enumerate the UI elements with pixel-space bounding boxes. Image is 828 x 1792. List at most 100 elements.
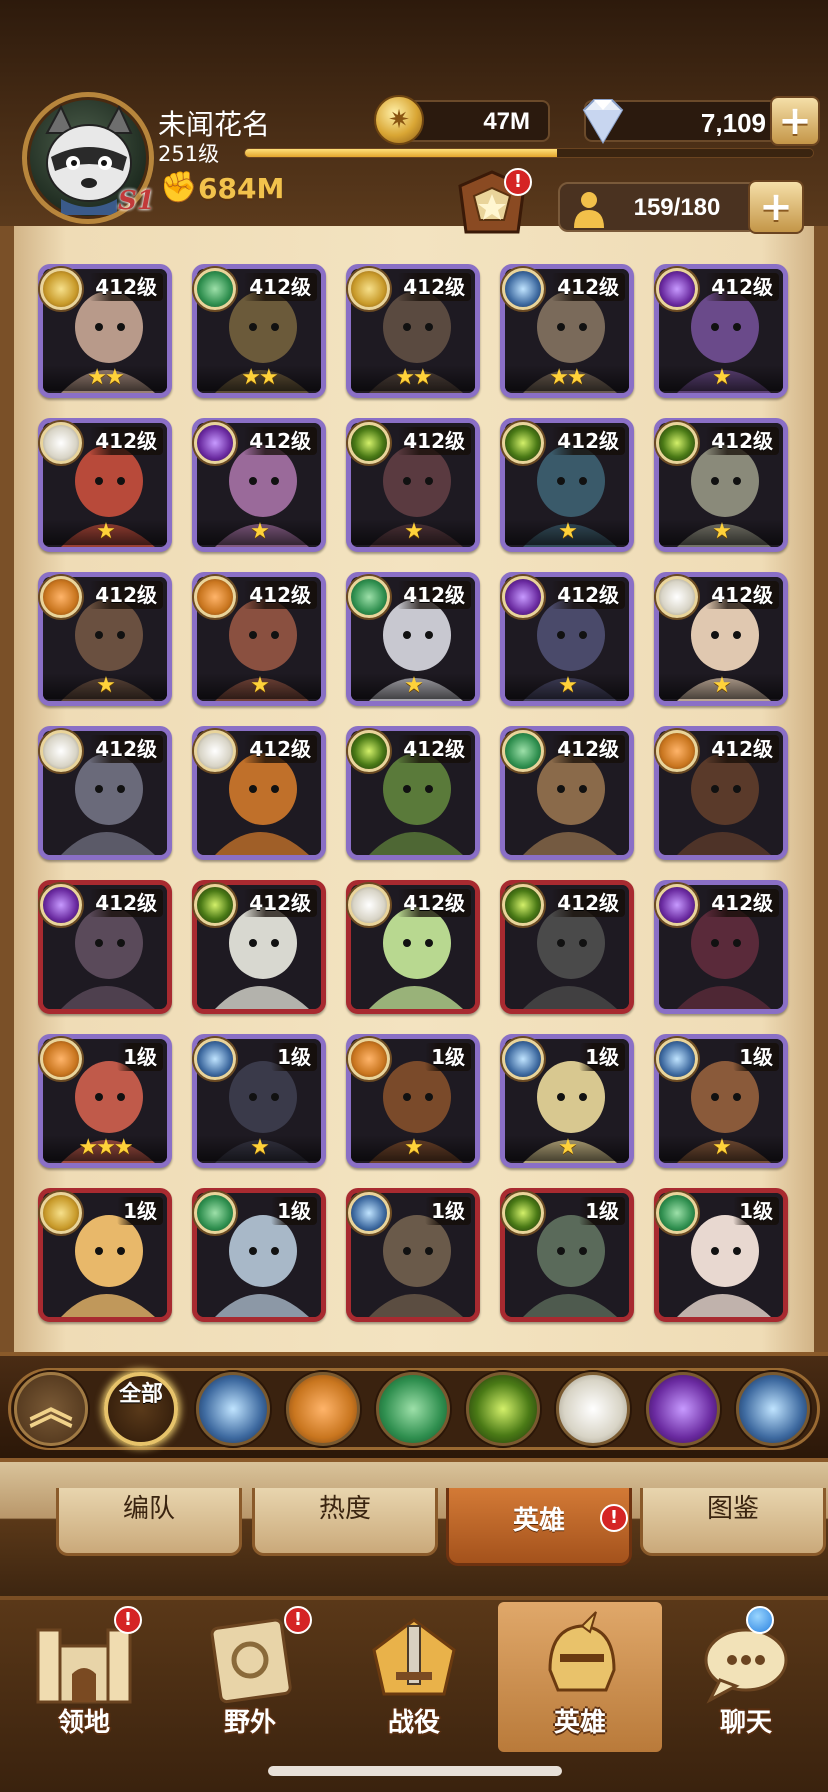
tab-collection[interactable]: 图鉴 bbox=[640, 1488, 826, 1556]
nav-heroes[interactable]: 英雄 bbox=[498, 1602, 662, 1752]
hero-stars: ★ bbox=[43, 673, 167, 699]
hero-level-tag: 412级 bbox=[705, 735, 779, 763]
dimensional-faction-icon bbox=[348, 1192, 390, 1234]
xp-progress-fill bbox=[245, 149, 558, 157]
mauler-faction-icon bbox=[40, 576, 82, 618]
player-name: 未闻花名 bbox=[158, 108, 271, 141]
hypogean-faction-icon bbox=[502, 576, 544, 618]
wilder-faction-icon bbox=[502, 730, 544, 772]
filter-mauler-button[interactable] bbox=[286, 1372, 360, 1446]
dimensional-faction-icon bbox=[656, 1038, 698, 1080]
celestial-faction-icon bbox=[348, 884, 390, 926]
wilder-faction-icon bbox=[656, 1192, 698, 1234]
hero-level-tag: 412级 bbox=[705, 889, 779, 917]
add-capacity-button[interactable]: + bbox=[748, 180, 804, 234]
nav-campaign[interactable]: 战役 bbox=[332, 1602, 496, 1752]
hero-level-tag: 1级 bbox=[579, 1197, 625, 1225]
hero-stars: ★ bbox=[505, 1135, 629, 1161]
wilder-faction-icon bbox=[194, 1192, 236, 1234]
celestial-faction-icon bbox=[40, 730, 82, 772]
wilds-alert-badge: ! bbox=[284, 1606, 312, 1634]
tab-formation[interactable]: 编队 bbox=[56, 1488, 242, 1556]
tab-popularity[interactable]: 热度 bbox=[252, 1488, 438, 1556]
hero-stars: ★ bbox=[659, 1135, 783, 1161]
hero-level-tag: 412级 bbox=[243, 273, 317, 301]
wilder-faction-icon bbox=[194, 268, 236, 310]
hero-level-tag: 1级 bbox=[117, 1043, 163, 1071]
hero-level-tag: 412级 bbox=[243, 427, 317, 455]
hero-level-tag: 412级 bbox=[397, 889, 471, 917]
gold-value: 47M bbox=[483, 108, 530, 135]
server-badge: S1 bbox=[118, 186, 155, 216]
nav-territory[interactable]: 领地 bbox=[2, 1602, 166, 1752]
celestial-faction-icon bbox=[656, 576, 698, 618]
hero-level-tag: 412级 bbox=[551, 889, 625, 917]
hero-level-tag: 412级 bbox=[89, 273, 163, 301]
filter-graveborn-button[interactable] bbox=[466, 1372, 540, 1446]
home-indicator bbox=[268, 1766, 562, 1776]
hero-stars: ★★ bbox=[505, 365, 629, 391]
hero-level-tag: 412级 bbox=[397, 427, 471, 455]
person-icon bbox=[574, 192, 604, 228]
player-level: 251级 bbox=[158, 142, 220, 166]
hero-level-tag: 1级 bbox=[425, 1197, 471, 1225]
hero-level-tag: 412级 bbox=[397, 735, 471, 763]
hero-stars: ★ bbox=[351, 519, 475, 545]
xp-progress-bar bbox=[244, 148, 814, 158]
hero-stars: ★★★ bbox=[43, 1135, 167, 1161]
hero-level-tag: 412级 bbox=[551, 427, 625, 455]
roster-capacity-value: 159/180 bbox=[633, 194, 721, 221]
lightbearer-faction-icon bbox=[40, 268, 82, 310]
filter-hypogean-button[interactable] bbox=[646, 1372, 720, 1446]
nav-campaign-label: 战役 bbox=[387, 1708, 440, 1738]
graveborn-faction-icon bbox=[502, 884, 544, 926]
hypogean-faction-icon bbox=[40, 884, 82, 926]
hero-level-tag: 412级 bbox=[551, 735, 625, 763]
wilder-faction-icon bbox=[348, 576, 390, 618]
graveborn-faction-icon bbox=[348, 730, 390, 772]
hero-stars: ★ bbox=[505, 519, 629, 545]
hero-level-tag: 412级 bbox=[397, 273, 471, 301]
filter-celestial-button[interactable] bbox=[556, 1372, 630, 1446]
hero-level-tag: 1级 bbox=[733, 1197, 779, 1225]
collapse-button[interactable]: ︽ bbox=[14, 1372, 88, 1446]
hero-stars: ★ bbox=[197, 519, 321, 545]
hero-stars: ★★ bbox=[43, 365, 167, 391]
graveborn-faction-icon bbox=[656, 422, 698, 464]
dimensional-faction-icon bbox=[502, 1038, 544, 1080]
mauler-faction-icon bbox=[194, 576, 236, 618]
hero-level-tag: 412级 bbox=[705, 427, 779, 455]
filter-wilder-button[interactable] bbox=[376, 1372, 450, 1446]
filter-all-button[interactable]: 全部 bbox=[104, 1372, 178, 1446]
mauler-faction-icon bbox=[656, 730, 698, 772]
filter-dimensional-button[interactable] bbox=[196, 1372, 270, 1446]
hero-stars: ★★ bbox=[351, 365, 475, 391]
hero-level-tag: 412级 bbox=[243, 889, 317, 917]
hero-level-tag: 412级 bbox=[397, 581, 471, 609]
chat-notification-dot bbox=[746, 1606, 774, 1634]
hypogean-faction-icon bbox=[656, 884, 698, 926]
hero-level-tag: 1级 bbox=[271, 1043, 317, 1071]
hero-level-tag: 412级 bbox=[243, 581, 317, 609]
nav-territory-label: 领地 bbox=[57, 1708, 110, 1738]
lightbearer-faction-icon bbox=[348, 268, 390, 310]
hero-stars: ★ bbox=[43, 519, 167, 545]
gold-coin-icon: ✷ bbox=[374, 95, 424, 145]
hero-level-tag: 412级 bbox=[551, 581, 625, 609]
tab-formation-label: 编队 bbox=[122, 1494, 175, 1524]
filter-dimensional-2-button[interactable] bbox=[736, 1372, 810, 1446]
hero-level-tag: 1级 bbox=[271, 1197, 317, 1225]
celestial-faction-icon bbox=[40, 422, 82, 464]
hero-stars: ★ bbox=[659, 519, 783, 545]
graveborn-faction-icon bbox=[502, 422, 544, 464]
gem-value: 7,109 bbox=[700, 108, 766, 138]
fist-power-icon: ✊ bbox=[160, 170, 198, 205]
tab-popularity-label: 热度 bbox=[318, 1494, 371, 1524]
hero-stars: ★ bbox=[197, 673, 321, 699]
nav-wilds-label: 野外 bbox=[223, 1708, 276, 1738]
add-gems-button[interactable]: + bbox=[770, 96, 820, 146]
hero-stars: ★★ bbox=[197, 365, 321, 391]
nav-heroes-label: 英雄 bbox=[553, 1708, 606, 1738]
hero-level-tag: 412级 bbox=[89, 735, 163, 763]
hero-level-tag: 412级 bbox=[243, 735, 317, 763]
